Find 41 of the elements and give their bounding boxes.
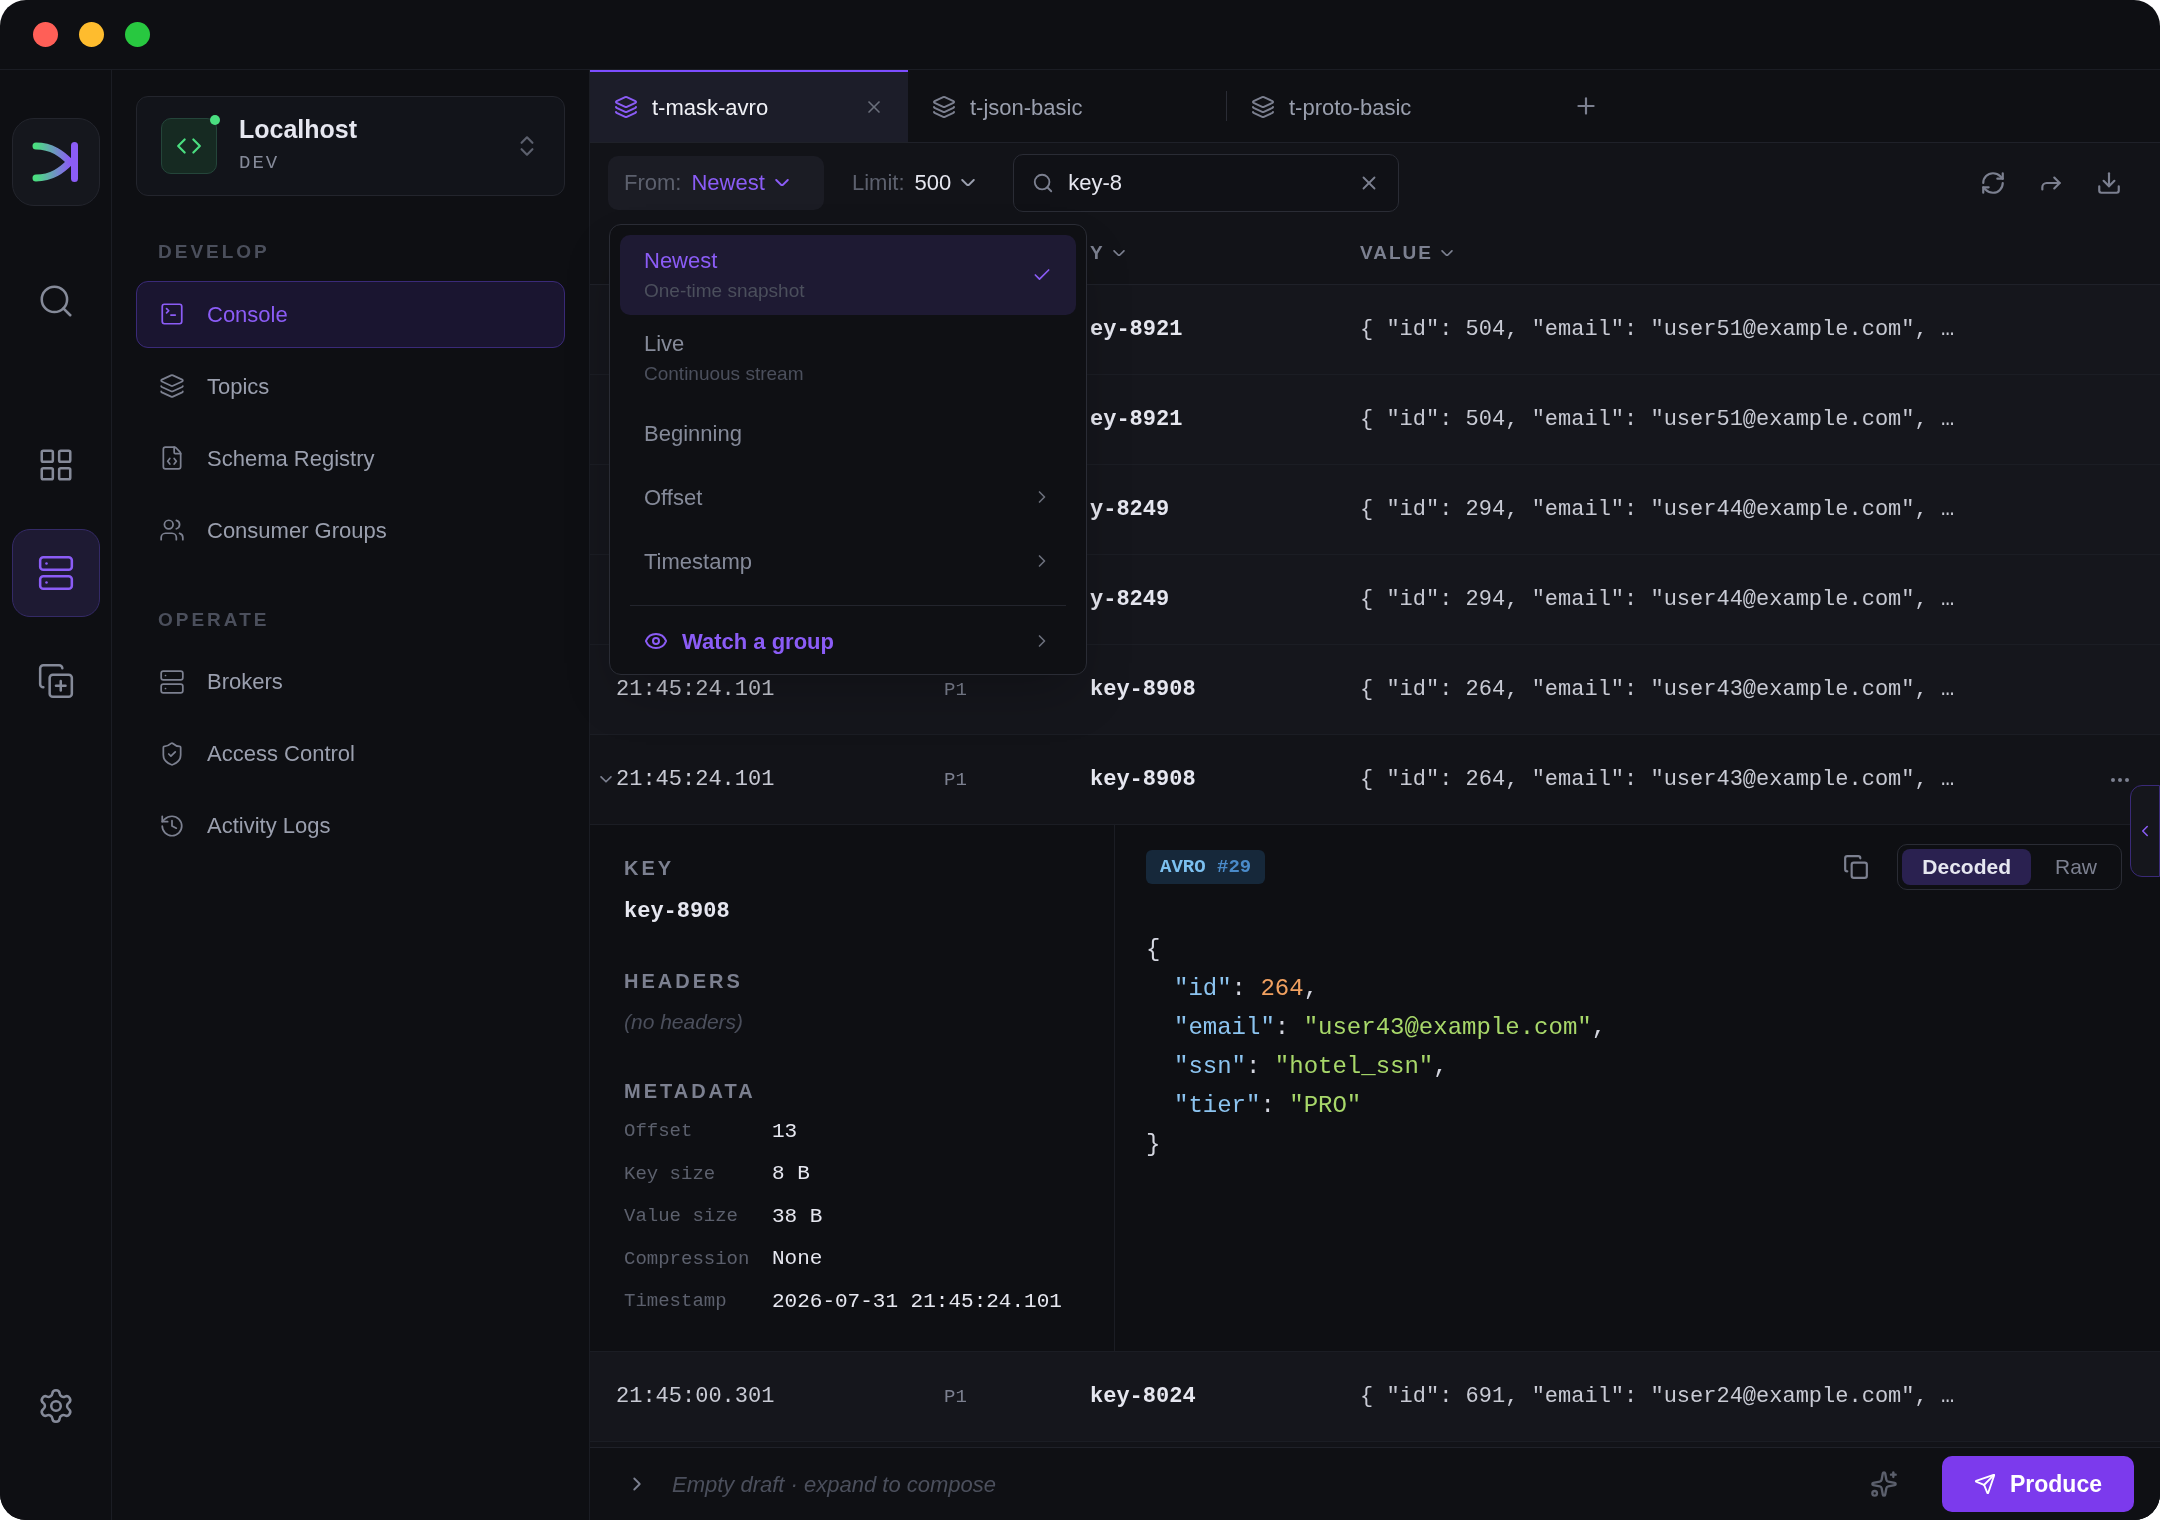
metadata-label: Offset	[624, 1119, 694, 1144]
key-cell: ey-8921	[1090, 317, 1183, 342]
metadata-label: Timestamp	[624, 1289, 728, 1314]
section-label: HEADERS	[624, 969, 744, 994]
key-value: key-8908	[624, 898, 731, 926]
value-cell: { "id": 504, "email": "user51@example.com", …	[1360, 407, 1955, 432]
section-label: KEY	[624, 856, 676, 881]
metadata-label: Key size	[624, 1161, 717, 1187]
section-heading: DEVELOP	[157, 240, 271, 264]
key-cell: ey-8921	[1090, 407, 1183, 432]
partition-cell: P1	[944, 1386, 967, 1408]
metadata-label: Value size	[624, 1204, 740, 1229]
metadata-label: Compression	[624, 1246, 751, 1272]
environment-label: DEV	[239, 151, 281, 177]
value-cell: { "id": 264, "email": "user43@example.com", …	[1360, 677, 1955, 702]
key-cell: key-8024	[1090, 1384, 1196, 1409]
partition-cell: P1	[944, 769, 967, 791]
metadata-value: 38 B	[772, 1203, 823, 1230]
value-cell: { "id": 294, "email": "user44@example.com", …	[1360, 587, 1955, 612]
connection-name: Localhost	[239, 114, 359, 146]
value-cell: { "id": 691, "email": "user24@example.com", …	[1360, 1384, 1955, 1409]
key-cell: key-8908	[1090, 767, 1196, 792]
section-heading: OPERATE	[157, 607, 271, 632]
value-cell: { "id": 504, "email": "user51@example.com", …	[1360, 317, 1955, 342]
empty-headers-text: (no headers)	[624, 1009, 745, 1035]
timestamp-cell: 21:45:00.301	[616, 1384, 775, 1409]
format-badge: AVRO #29	[1146, 849, 1266, 885]
timestamp-cell: 21:45:24.101	[616, 677, 775, 702]
timestamp-cell: 21:45:24.101	[616, 767, 775, 792]
metadata-value: 8 B	[772, 1161, 810, 1187]
key-cell: y-8249	[1090, 587, 1170, 612]
metadata-value: 13	[772, 1118, 798, 1145]
json-viewer: { "id": 264, "email": "user43@example.com", "ssn": "hotel_ssn", "tier": "PRO" }	[1146, 935, 1608, 1160]
metadata-value: 2026-07-31 21:45:24.101	[772, 1288, 1062, 1315]
partition-cell: P1	[944, 679, 967, 701]
key-cell: y-8249	[1090, 497, 1170, 522]
value-cell: { "id": 264, "email": "user43@example.com", …	[1360, 767, 1955, 792]
metadata-value: None	[772, 1246, 823, 1272]
key-cell: key-8908	[1090, 677, 1196, 702]
value-cell: { "id": 294, "email": "user44@example.com", …	[1360, 497, 1955, 522]
section-label: METADATA	[624, 1078, 757, 1104]
